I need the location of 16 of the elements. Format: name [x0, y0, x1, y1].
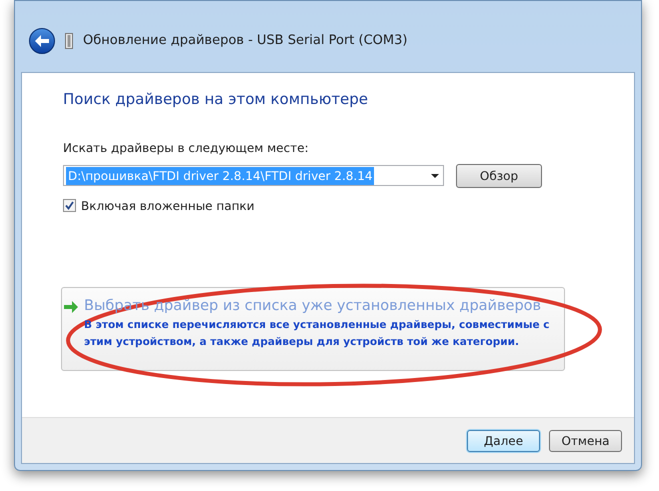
location-value: D:\прошивка\FTDI driver 2.8.14\FTDI driver 2.8.14	[66, 166, 374, 184]
window-title: Обновление драйверов - USB Serial Port (COM3)	[83, 32, 408, 50]
subfolders-checkbox[interactable]	[63, 199, 76, 212]
dialog-button[interactable]: Далее	[467, 430, 540, 452]
usb-plug-icon	[65, 32, 73, 48]
dialog-button[interactable]: Отмена	[549, 430, 622, 452]
right-arrow-icon	[64, 300, 78, 312]
page-heading: Поиск драйверов на этом компьютере	[63, 89, 370, 110]
back-button[interactable]	[29, 28, 55, 54]
dropdown-arrow-icon	[431, 174, 439, 178]
check-icon	[65, 201, 74, 210]
location-label: Искать драйверы в следующем месте:	[63, 140, 310, 156]
command-link-description: В этом списке перечисляются все установленные драйверы, совместимые с этим устройством, а также драйверы для устройств той же категории.	[84, 318, 551, 350]
subfolders-label: Включая вложенные папки	[81, 198, 254, 214]
back-arrow-icon	[35, 34, 49, 46]
browse-button[interactable]: Обзор	[456, 164, 542, 188]
